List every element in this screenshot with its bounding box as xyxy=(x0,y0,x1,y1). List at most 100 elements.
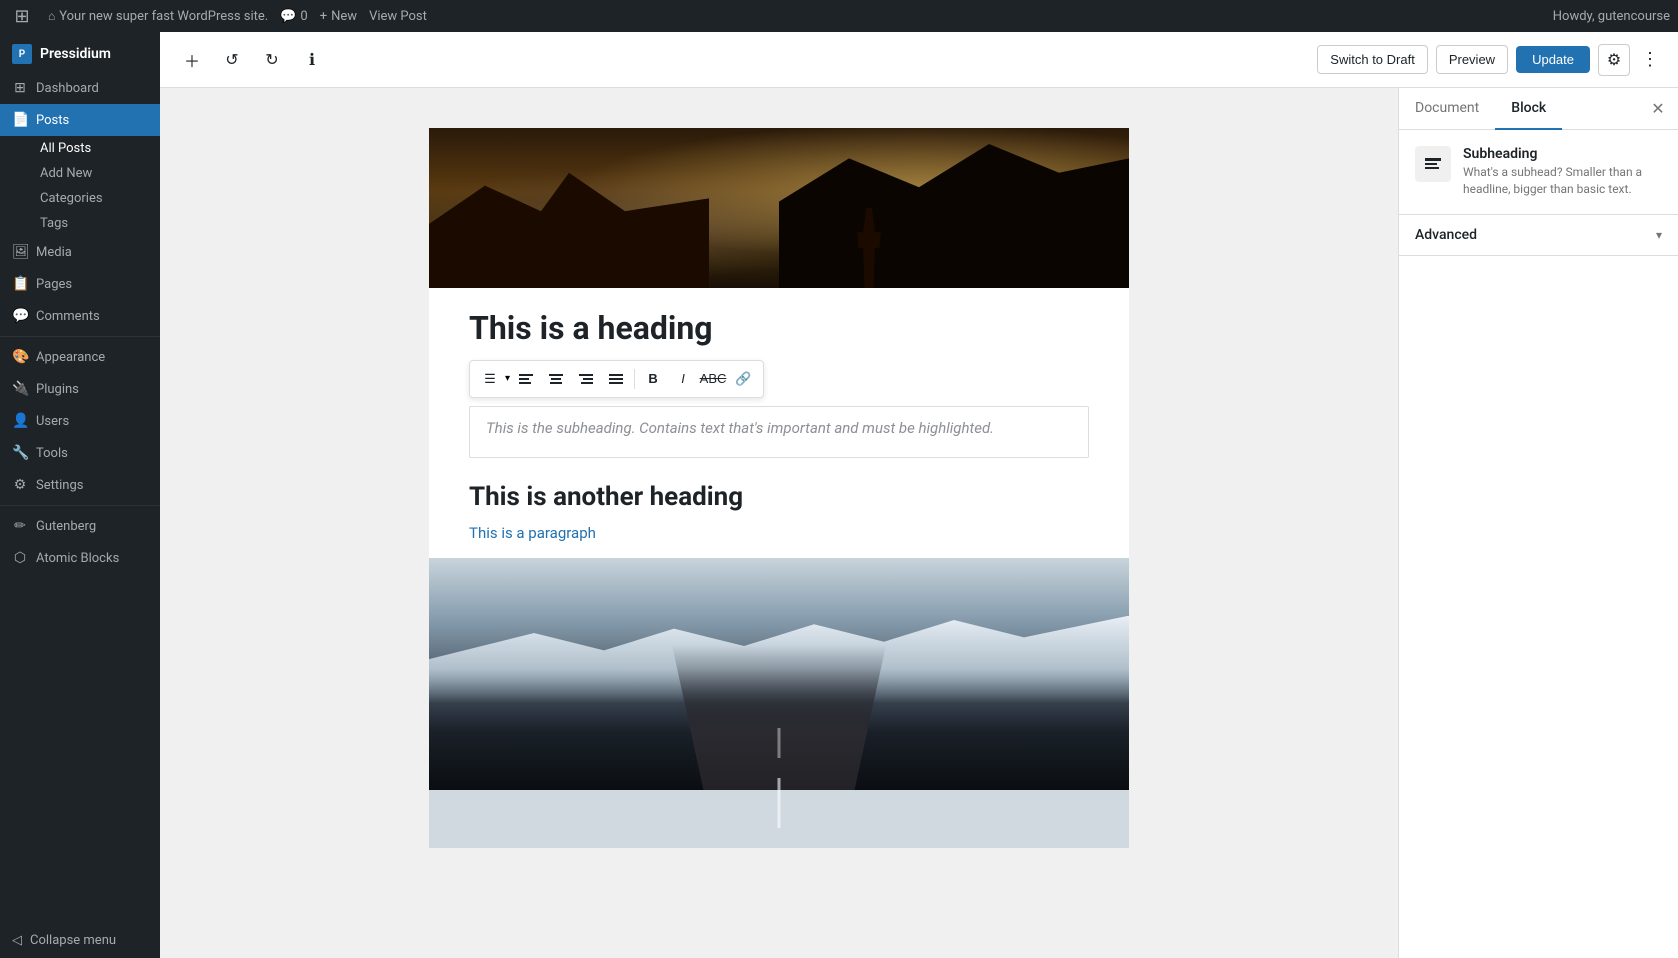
sidebar-item-all-posts[interactable]: All Posts xyxy=(28,136,160,161)
posts-icon: 📄 xyxy=(12,112,28,128)
pages-icon: 📋 xyxy=(12,276,28,292)
view-post-label: View Post xyxy=(369,9,427,24)
sidebar-item-tags[interactable]: Tags xyxy=(28,211,160,236)
align-right-button[interactable] xyxy=(572,365,600,393)
comments-link[interactable]: 💬 0 xyxy=(280,9,308,24)
collapse-icon: ◁ xyxy=(12,933,22,948)
sidebar-item-gutenberg[interactable]: ✏ Gutenberg xyxy=(0,510,160,542)
appearance-icon: 🎨 xyxy=(12,349,28,365)
hero-image xyxy=(429,128,1129,288)
sidebar-item-atomic-blocks[interactable]: ⬡ Atomic Blocks xyxy=(0,542,160,574)
editor-area: ＋ ↺ ↻ ℹ Switch to Draft Preview Update ⚙… xyxy=(160,32,1678,958)
all-posts-label: All Posts xyxy=(40,141,91,156)
redo-button[interactable]: ↻ xyxy=(256,44,288,76)
new-label: New xyxy=(331,9,357,24)
chevron-down-icon: ▾ xyxy=(1656,228,1662,242)
sidebar-item-label: Dashboard xyxy=(36,81,99,96)
brand-label: Pressidium xyxy=(40,46,111,62)
advanced-header[interactable]: Advanced ▾ xyxy=(1399,215,1678,255)
sidebar-item-pages[interactable]: 📋 Pages xyxy=(0,268,160,300)
categories-label: Categories xyxy=(40,191,103,206)
tab-block[interactable]: Block xyxy=(1495,88,1562,130)
sidebar-item-tools[interactable]: 🔧 Tools xyxy=(0,437,160,469)
sidebar-item-label: Appearance xyxy=(36,350,105,365)
site-name-label: Your new super fast WordPress site. xyxy=(59,9,268,24)
heading-block[interactable]: This is a heading xyxy=(429,288,1129,360)
sidebar-item-appearance[interactable]: 🎨 Appearance xyxy=(0,341,160,373)
comments-icon: 💬 xyxy=(280,9,296,24)
new-link[interactable]: + New xyxy=(320,9,357,24)
site-name[interactable]: ⌂ Your new super fast WordPress site. xyxy=(48,9,268,24)
atomic-blocks-icon: ⬡ xyxy=(12,550,28,566)
plus-icon: + xyxy=(320,9,327,24)
sidebar-item-media[interactable]: 🖼 Media xyxy=(0,236,160,268)
posts-submenu: All Posts Add New Categories Tags xyxy=(0,136,160,236)
sidebar-item-settings[interactable]: ⚙ Settings xyxy=(0,469,160,501)
sidebar-item-posts[interactable]: 📄 Posts xyxy=(0,104,160,136)
media-icon: 🖼 xyxy=(12,244,28,260)
sidebar-item-comments[interactable]: 💬 Comments xyxy=(0,300,160,332)
advanced-label: Advanced xyxy=(1415,227,1477,243)
sidebar-item-label: Pages xyxy=(36,277,72,292)
subheading-placeholder-text: This is the subheading. Contains text th… xyxy=(486,419,994,437)
content-inner: This is a heading ☰ ▾ xyxy=(429,128,1129,848)
tools-icon: 🔧 xyxy=(12,445,28,461)
editor-body: This is a heading ☰ ▾ xyxy=(160,88,1678,958)
alignment-dropdown[interactable]: ☰ ▾ xyxy=(476,365,510,393)
second-image xyxy=(429,558,1129,848)
sidebar-brand[interactable]: P Pressidium xyxy=(0,32,160,72)
undo-button[interactable]: ↺ xyxy=(216,44,248,76)
sidebar-item-dashboard[interactable]: ⊞ Dashboard xyxy=(0,72,160,104)
sidebar-divider-1 xyxy=(0,336,160,337)
wp-logo-icon[interactable]: ⊞ xyxy=(8,2,36,30)
admin-bar: ⊞ ⌂ Your new super fast WordPress site. … xyxy=(0,0,1678,32)
subheading-block[interactable]: This is the subheading. Contains text th… xyxy=(469,406,1089,458)
add-block-button[interactable]: ＋ xyxy=(176,44,208,76)
users-icon: 👤 xyxy=(12,413,28,429)
sidebar-item-label: Comments xyxy=(36,309,100,324)
howdy-text: Howdy, gutencourse xyxy=(1553,9,1670,24)
bold-button[interactable]: B xyxy=(639,365,667,393)
sidebar-item-plugins[interactable]: 🔌 Plugins xyxy=(0,373,160,405)
house-icon: ⌂ xyxy=(48,9,55,23)
settings-icon: ⚙ xyxy=(12,477,28,493)
settings-panel-button[interactable]: ⚙ xyxy=(1598,44,1630,76)
sidebar-item-users[interactable]: 👤 Users xyxy=(0,405,160,437)
tab-document[interactable]: Document xyxy=(1399,88,1495,130)
update-button[interactable]: Update xyxy=(1516,46,1590,73)
view-post-link[interactable]: View Post xyxy=(369,9,427,24)
italic-button[interactable]: I xyxy=(669,365,697,393)
collapse-menu[interactable]: ◁ Collapse menu xyxy=(0,923,160,958)
dashboard-icon: ⊞ xyxy=(12,80,28,96)
link-button[interactable]: 🔗 xyxy=(729,365,757,393)
toolbar-divider xyxy=(634,369,635,389)
align-center-button[interactable] xyxy=(542,365,570,393)
block-title: Subheading xyxy=(1463,146,1662,162)
sidebar-item-label: Settings xyxy=(36,478,83,493)
more-options-button[interactable]: ⋮ xyxy=(1638,44,1662,76)
road-line xyxy=(778,778,781,828)
content-area[interactable]: This is a heading ☰ ▾ xyxy=(160,88,1398,958)
preview-button[interactable]: Preview xyxy=(1436,45,1508,74)
paragraph-block[interactable]: This is a paragraph xyxy=(429,520,1129,558)
sidebar-divider-2 xyxy=(0,505,160,506)
block-description: What's a subhead? Smaller than a headlin… xyxy=(1463,164,1662,198)
sidebar-item-add-new[interactable]: Add New xyxy=(28,161,160,186)
comments-count: 0 xyxy=(300,9,307,24)
sidebar-item-label: Posts xyxy=(36,113,69,128)
sidebar-item-categories[interactable]: Categories xyxy=(28,186,160,211)
tags-label: Tags xyxy=(40,216,68,231)
align-justify-button[interactable] xyxy=(602,365,630,393)
brand-icon: P xyxy=(12,44,32,64)
paragraph-text: This is a paragraph xyxy=(469,524,596,542)
block-info-text: Subheading What's a subhead? Smaller tha… xyxy=(1463,146,1662,198)
info-button[interactable]: ℹ xyxy=(296,44,328,76)
heading-block-2[interactable]: This is another heading xyxy=(429,474,1129,520)
sidebar-item-label: Users xyxy=(36,414,69,429)
strikethrough-button[interactable]: ABC xyxy=(699,365,727,393)
align-left-button[interactable] xyxy=(512,365,540,393)
editor-toolbar: ＋ ↺ ↻ ℹ Switch to Draft Preview Update ⚙… xyxy=(160,32,1678,88)
switch-to-draft-button[interactable]: Switch to Draft xyxy=(1317,45,1428,74)
panel-close-button[interactable]: ✕ xyxy=(1646,97,1670,121)
align-left-button[interactable]: ☰ xyxy=(476,365,504,393)
